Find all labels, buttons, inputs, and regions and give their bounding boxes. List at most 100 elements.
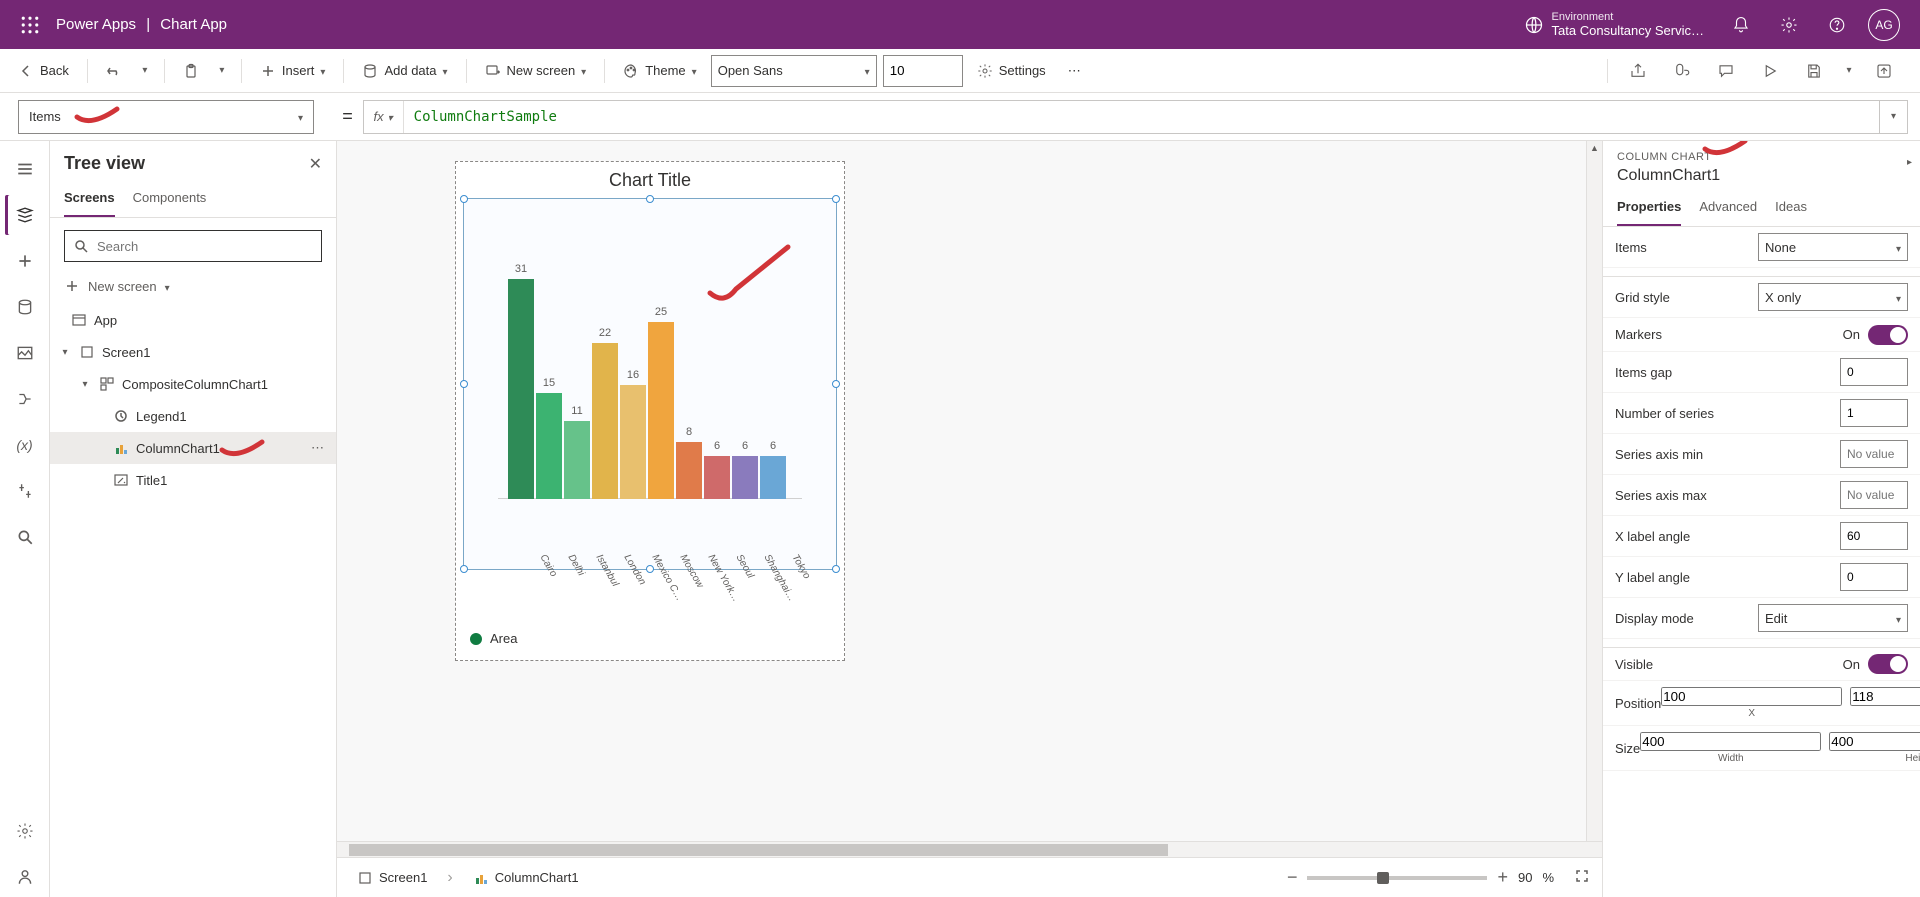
rail-tree-icon[interactable] (5, 195, 45, 235)
column-chart-control[interactable]: 3115112216258666 CairoDelhiIstanbulLondo… (463, 198, 837, 570)
formula-expand[interactable] (1880, 100, 1908, 134)
tree-search[interactable] (64, 230, 322, 262)
product-name[interactable]: Power Apps (56, 16, 136, 33)
theme-button[interactable]: Theme (615, 59, 705, 83)
prop-yangle-input[interactable] (1840, 563, 1908, 591)
waffle-icon[interactable] (10, 16, 50, 34)
canvas-horizontal-scrollbar[interactable] (337, 841, 1602, 857)
rail-media-icon[interactable] (5, 333, 45, 373)
tab-advanced[interactable]: Advanced (1699, 193, 1757, 226)
resize-handle[interactable] (460, 380, 468, 388)
comments-button[interactable] (1708, 53, 1744, 89)
resize-handle[interactable] (460, 195, 468, 203)
tab-screens[interactable]: Screens (64, 184, 115, 217)
paste-menu[interactable] (213, 65, 231, 76)
rail-flow-icon[interactable] (5, 379, 45, 419)
tab-properties[interactable]: Properties (1617, 193, 1681, 226)
tree-node-legend[interactable]: Legend1 (50, 400, 336, 432)
app-checker-button[interactable] (1664, 53, 1700, 89)
resize-handle[interactable] (460, 565, 468, 573)
resize-handle[interactable] (832, 565, 840, 573)
rail-insert-icon[interactable] (5, 241, 45, 281)
insert-button[interactable]: Insert (252, 59, 334, 83)
breadcrumb-screen[interactable]: Screen1 (349, 866, 435, 890)
tree-node-app[interactable]: App (50, 304, 336, 336)
chevron-down-icon[interactable] (78, 379, 92, 390)
rail-virtual-agent-icon[interactable] (5, 857, 45, 897)
font-size-input[interactable] (883, 55, 963, 87)
prop-size-h-input[interactable] (1829, 732, 1920, 751)
settings-button[interactable]: Settings (969, 59, 1054, 83)
node-more-icon[interactable]: ⋯ (307, 440, 328, 456)
prop-axmin-input[interactable] (1840, 440, 1908, 468)
resize-handle[interactable] (646, 195, 654, 203)
tab-ideas[interactable]: Ideas (1775, 193, 1807, 226)
breadcrumb-chart[interactable]: ColumnChart1 (465, 866, 587, 890)
chart-title-label[interactable]: Chart Title (456, 162, 844, 197)
preview-button[interactable] (1752, 53, 1788, 89)
undo-menu[interactable] (136, 65, 154, 76)
tree-node-composite[interactable]: CompositeColumnChart1 (50, 368, 336, 400)
rail-data-icon[interactable] (5, 287, 45, 327)
help-icon[interactable] (1820, 8, 1854, 42)
save-menu[interactable] (1840, 65, 1858, 76)
resize-handle[interactable] (832, 195, 840, 203)
chart-legend[interactable]: Area (470, 631, 517, 646)
prop-pos-y-input[interactable] (1850, 687, 1920, 706)
back-button[interactable]: Back (10, 59, 77, 83)
app-name[interactable]: Chart App (160, 16, 227, 33)
prop-size-w-input[interactable] (1640, 732, 1821, 751)
zoom-slider[interactable] (1307, 876, 1487, 880)
tree-node-columnchart[interactable]: ColumnChart1 ⋯ (50, 432, 336, 464)
environment-picker[interactable]: Environment Tata Consultancy Servic… (1514, 11, 1714, 38)
resize-handle[interactable] (646, 565, 654, 573)
panel-collapse-button[interactable] (1907, 153, 1912, 168)
tree-node-screen[interactable]: Screen1 (50, 336, 336, 368)
overflow-button[interactable]: ⋯ (1060, 59, 1089, 83)
notifications-icon[interactable] (1724, 8, 1758, 42)
rail-variables-icon[interactable]: (x) (5, 425, 45, 465)
rail-tools-icon[interactable] (5, 471, 45, 511)
prop-xangle-input[interactable] (1840, 522, 1908, 550)
zoom-in-button[interactable]: + (1497, 867, 1508, 888)
zoom-out-button[interactable]: − (1287, 867, 1298, 888)
new-screen-link[interactable]: New screen (50, 274, 336, 304)
control-name[interactable]: ColumnChart1 (1617, 163, 1906, 185)
settings-gear-icon[interactable] (1772, 8, 1806, 42)
canvas-vertical-scrollbar[interactable]: ▲ (1586, 141, 1602, 841)
prop-items-select[interactable]: None (1758, 233, 1908, 261)
prop-pos-x-input[interactable] (1661, 687, 1842, 706)
chart-container[interactable]: Chart Title 3115112216258666 (455, 161, 845, 661)
search-input[interactable] (97, 239, 313, 254)
prop-visible-toggle[interactable] (1868, 654, 1908, 674)
undo-button[interactable] (98, 59, 130, 83)
fit-screen-button[interactable] (1564, 868, 1590, 887)
tab-components[interactable]: Components (133, 184, 207, 217)
fx-label[interactable]: fx (374, 101, 404, 133)
share-button[interactable] (1620, 53, 1656, 89)
rail-settings-icon[interactable] (5, 811, 45, 851)
formula-input[interactable]: fx ColumnChartSample (363, 100, 1880, 134)
prop-gap-input[interactable] (1840, 358, 1908, 386)
prop-markers-toggle[interactable] (1868, 325, 1908, 345)
resize-handle[interactable] (832, 380, 840, 388)
save-button[interactable] (1796, 53, 1832, 89)
chevron-down-icon[interactable] (58, 347, 72, 358)
prop-series-input[interactable] (1840, 399, 1908, 427)
paste-button[interactable] (175, 59, 207, 83)
prop-axmax-input[interactable] (1840, 481, 1908, 509)
rail-search-icon[interactable] (5, 517, 45, 557)
publish-button[interactable] (1866, 53, 1902, 89)
close-icon[interactable]: ✕ (309, 154, 322, 174)
tree-node-title[interactable]: Title1 (50, 464, 336, 496)
add-data-button[interactable]: Add data (354, 59, 455, 83)
prop-grid-select[interactable]: X only (1758, 283, 1908, 311)
canvas-scroll[interactable]: Chart Title 3115112216258666 (337, 141, 1602, 841)
new-screen-button[interactable]: New screen (477, 59, 595, 83)
property-selector[interactable]: Items (18, 100, 314, 134)
avatar[interactable]: AG (1868, 9, 1900, 41)
rail-hamburger-icon[interactable] (5, 149, 45, 189)
prop-display-select[interactable]: Edit (1758, 604, 1908, 632)
font-family-select[interactable]: Open Sans (711, 55, 877, 87)
chart-x-label: Tokyo (784, 544, 807, 572)
